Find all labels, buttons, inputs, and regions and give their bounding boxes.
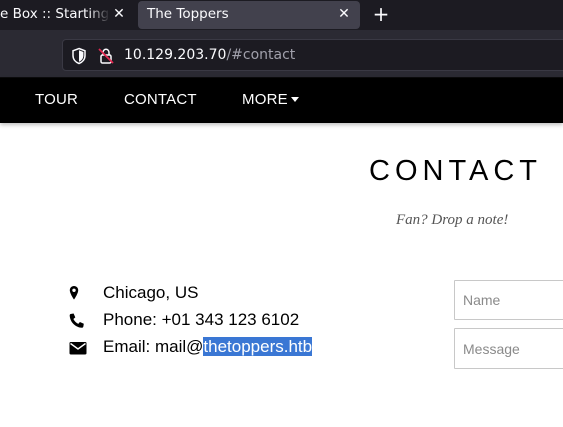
close-icon[interactable]: ✕ (335, 3, 353, 25)
nav-item-contact[interactable]: CONTACT (124, 91, 197, 108)
contact-email: Email: mail@thetoppers.htb (68, 336, 368, 360)
url-text[interactable]: 10.129.203.70/#contact (124, 47, 295, 63)
tab-title: e Box :: Starting P (0, 6, 110, 22)
browser-toolbar: 10.129.203.70/#contact (0, 30, 563, 78)
insecure-lock-icon[interactable] (97, 47, 115, 65)
message-field[interactable] (454, 328, 563, 369)
name-field[interactable] (454, 280, 563, 320)
nav-item-more[interactable]: MORE (242, 91, 299, 108)
address-bar[interactable]: 10.129.203.70/#contact (62, 39, 563, 71)
site-navigation: TOUR CONTACT MORE (0, 78, 563, 123)
location-text: Chicago, US (103, 283, 199, 302)
section-subtitle: Fan? Drop a note! (396, 212, 509, 228)
url-path: /#contact (226, 47, 296, 63)
caret-down-icon (290, 97, 299, 102)
nav-item-more-label: MORE (242, 91, 288, 108)
shield-icon[interactable] (70, 47, 88, 65)
selected-email-domain[interactable]: thetoppers.htb (203, 337, 313, 356)
map-marker-icon (69, 286, 79, 300)
email-text[interactable]: Email: mail@thetoppers.htb (103, 337, 313, 357)
message-input[interactable] (455, 329, 563, 368)
phone-icon (69, 313, 84, 328)
browser-tab-starting-point[interactable]: e Box :: Starting P ✕ (0, 0, 134, 30)
contact-location: Chicago, US (68, 282, 368, 306)
close-icon[interactable]: ✕ (111, 3, 127, 25)
name-input[interactable] (455, 281, 563, 319)
browser-tab-the-toppers[interactable]: The Toppers ✕ (138, 1, 360, 29)
email-label: Email: mail@ (103, 337, 204, 356)
phone-text: Phone: +01 343 123 6102 (103, 310, 300, 329)
url-host: 10.129.203.70 (124, 47, 227, 63)
contact-phone: Phone: +01 343 123 6102 (68, 309, 368, 333)
section-title: CONTACT (369, 155, 543, 187)
browser-tab-strip: e Box :: Starting P ✕ The Toppers ✕ + (0, 0, 563, 30)
envelope-icon (69, 342, 87, 355)
tab-title: The Toppers (147, 6, 229, 22)
nav-item-tour[interactable]: TOUR (35, 91, 78, 108)
new-tab-button[interactable]: + (369, 3, 393, 25)
